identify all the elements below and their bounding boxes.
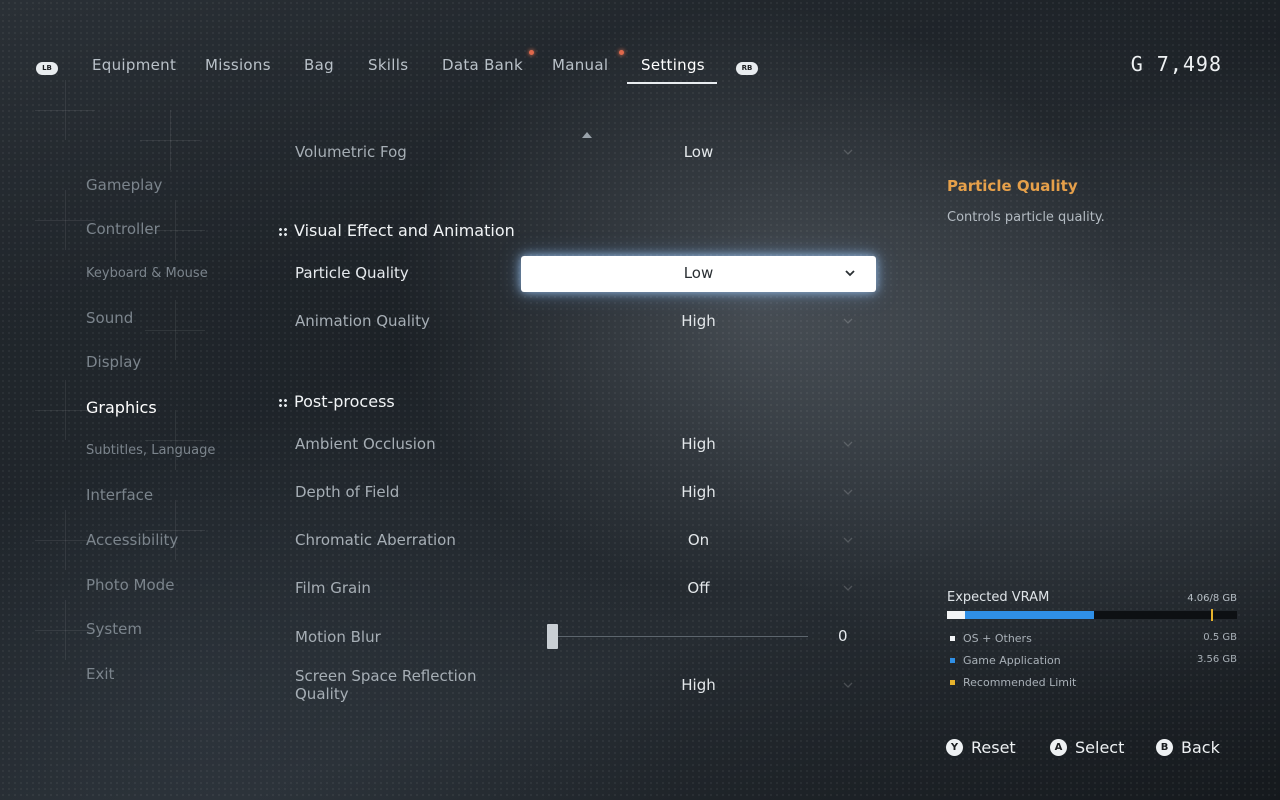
depth-of-field-dropdown[interactable]: High bbox=[521, 483, 876, 501]
legend-amount: 3.56 GB bbox=[1196, 654, 1237, 665]
chromatic-aberration-dropdown[interactable]: On bbox=[521, 531, 876, 549]
section-title: Post-process bbox=[294, 392, 395, 411]
chevron-down-icon bbox=[845, 270, 855, 277]
ambient-occlusion-label: Ambient Occlusion bbox=[295, 435, 436, 453]
vram-game-segment bbox=[965, 611, 1095, 619]
chevron-down-icon bbox=[843, 149, 853, 155]
legend-swatch bbox=[950, 636, 955, 641]
legend-label: OS + Others bbox=[963, 632, 1032, 645]
legend-amount: 0.5 GB bbox=[1203, 632, 1237, 643]
currency-symbol: G bbox=[1130, 52, 1144, 76]
grip-dots-icon bbox=[278, 226, 288, 237]
legend-swatch bbox=[950, 658, 955, 663]
volumetric-fog-dropdown[interactable]: Low bbox=[521, 143, 876, 161]
y-button-icon: Y bbox=[946, 739, 963, 756]
legend-label: Recommended Limit bbox=[963, 676, 1077, 689]
scroll-up-arrow-icon[interactable] bbox=[582, 132, 592, 138]
legend-label: Game Application bbox=[963, 654, 1061, 667]
film-grain-label: Film Grain bbox=[295, 579, 371, 597]
select-label: Select bbox=[1075, 738, 1125, 757]
ssr-quality-dropdown[interactable]: High bbox=[521, 676, 876, 694]
chromatic-aberration-label: Chromatic Aberration bbox=[295, 531, 456, 549]
section-title: Visual Effect and Animation bbox=[294, 221, 515, 240]
currency-amount: 7,498 bbox=[1156, 52, 1222, 76]
legend-swatch bbox=[950, 680, 955, 685]
chevron-down-icon bbox=[843, 441, 853, 447]
back-label: Back bbox=[1181, 738, 1220, 757]
chevron-down-icon bbox=[843, 585, 853, 591]
film-grain-dropdown[interactable]: Off bbox=[521, 579, 876, 597]
animation-quality-label: Animation Quality bbox=[295, 312, 430, 330]
vram-os-segment bbox=[947, 611, 966, 619]
vram-recommended-limit-marker bbox=[1210, 609, 1213, 621]
ambient-occlusion-dropdown[interactable]: High bbox=[521, 435, 876, 453]
particle-quality-value: Low bbox=[683, 264, 714, 282]
motion-blur-slider-track[interactable] bbox=[552, 636, 808, 637]
motion-blur-label: Motion Blur bbox=[295, 628, 381, 646]
description-text: Controls particle quality. bbox=[947, 210, 1105, 225]
chevron-down-icon bbox=[843, 318, 853, 324]
reset-label: Reset bbox=[971, 738, 1016, 757]
graphics-settings-list: Volumetric Fog Low Visual Effect and Ani… bbox=[0, 0, 900, 800]
motion-blur-value: 0 bbox=[838, 627, 848, 645]
chevron-down-icon bbox=[843, 489, 853, 495]
chevron-down-icon bbox=[843, 537, 853, 543]
volumetric-fog-label: Volumetric Fog bbox=[295, 143, 407, 161]
motion-blur-slider-handle[interactable] bbox=[547, 624, 558, 649]
vram-total: 4.06/8 GB bbox=[1187, 593, 1237, 604]
vram-title: Expected VRAM bbox=[947, 590, 1050, 605]
currency-display: G 7,498 bbox=[1131, 52, 1222, 76]
depth-of-field-label: Depth of Field bbox=[295, 483, 400, 501]
particle-quality-label: Particle Quality bbox=[295, 264, 409, 282]
chevron-down-icon bbox=[843, 682, 853, 688]
ssr-quality-label: Screen Space Reflection Quality bbox=[295, 667, 477, 703]
a-button-icon: A bbox=[1050, 739, 1067, 756]
animation-quality-dropdown[interactable]: High bbox=[521, 312, 876, 330]
grip-dots-icon bbox=[278, 397, 288, 408]
section-visual-effect-animation: Visual Effect and Animation bbox=[278, 221, 515, 240]
b-button-icon: B bbox=[1156, 739, 1173, 756]
vram-usage-bar bbox=[947, 609, 1237, 621]
section-post-process: Post-process bbox=[278, 392, 395, 411]
particle-quality-dropdown[interactable]: Low bbox=[521, 256, 876, 292]
description-title: Particle Quality bbox=[947, 177, 1078, 195]
